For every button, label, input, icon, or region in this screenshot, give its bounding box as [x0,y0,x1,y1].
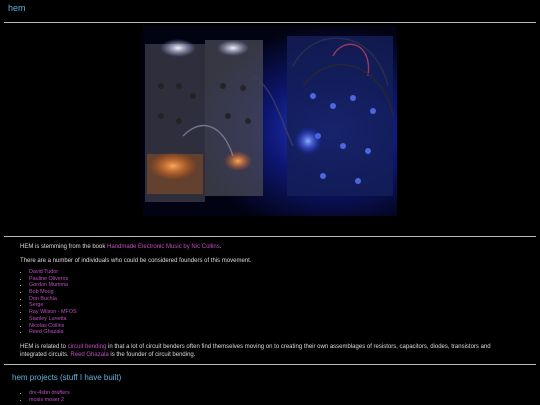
founder-link[interactable]: Ray Wilson - MFOS [29,309,77,315]
project-link[interactable]: mosis moser 2 [29,397,64,403]
list-item: Stanley Lunetta [29,316,77,323]
circuit-bending-link[interactable]: circuit bending [68,344,107,350]
projects-list: drv-4sbn drafters mosis moser 2 [20,390,70,403]
list-item: Nicolas Collins [29,323,77,330]
founder-link[interactable]: Nicolas Collins [29,323,64,329]
divider [4,364,536,365]
founder-link[interactable]: Bob Moog [29,289,54,295]
founders-list: David Tudor Pauline Oliveros Gordon Mumm… [20,269,77,336]
divider [4,236,536,237]
founder-link[interactable]: Don Buchla [29,296,57,302]
founder-link[interactable]: Stanley Lunetta [29,316,66,322]
founder-link[interactable]: Pauline Oliveros [29,276,68,282]
list-item: Gordon Mumma [29,282,77,289]
founder-link[interactable]: Reed Ghazala [29,329,63,335]
site-title: hem [8,3,26,13]
reed-ghazala-link[interactable]: Reed Ghazala [70,352,108,358]
list-item: Reed Ghazala [29,329,77,336]
list-item: mosis moser 2 [29,397,70,404]
list-item: Don Buchla [29,296,77,303]
related-text: HEM is related to [20,344,68,350]
list-item: Bob Moog [29,289,77,296]
synth-modules-photo [143,26,397,216]
circuit-bending-paragraph: HEM is related to circuit bending in tha… [20,344,510,359]
founder-link[interactable]: David Tudor [29,269,58,275]
intro-paragraph: HEM is stemming from the book Handmade E… [20,244,221,251]
list-item: David Tudor [29,269,77,276]
divider [4,22,536,23]
project-link[interactable]: drv-4sbn drafters [29,390,70,396]
list-item: Serge [29,302,77,309]
book-link[interactable]: Handmade Electronic Music by Nic Collins [107,244,220,250]
list-item: Ray Wilson - MFOS [29,309,77,316]
list-item: Pauline Oliveros [29,276,77,283]
projects-heading: hem projects (stuff I have built) [12,373,122,382]
list-item: drv-4sbn drafters [29,390,70,397]
intro-suffix: . [219,244,222,250]
founders-intro: There are a number of individuals who co… [20,258,252,264]
founder-link[interactable]: Gordon Mumma [29,282,68,288]
related-text: is the founder of circuit bending. [108,351,196,358]
intro-text: HEM is stemming from the book [20,244,108,250]
founder-link[interactable]: Serge [29,302,43,308]
